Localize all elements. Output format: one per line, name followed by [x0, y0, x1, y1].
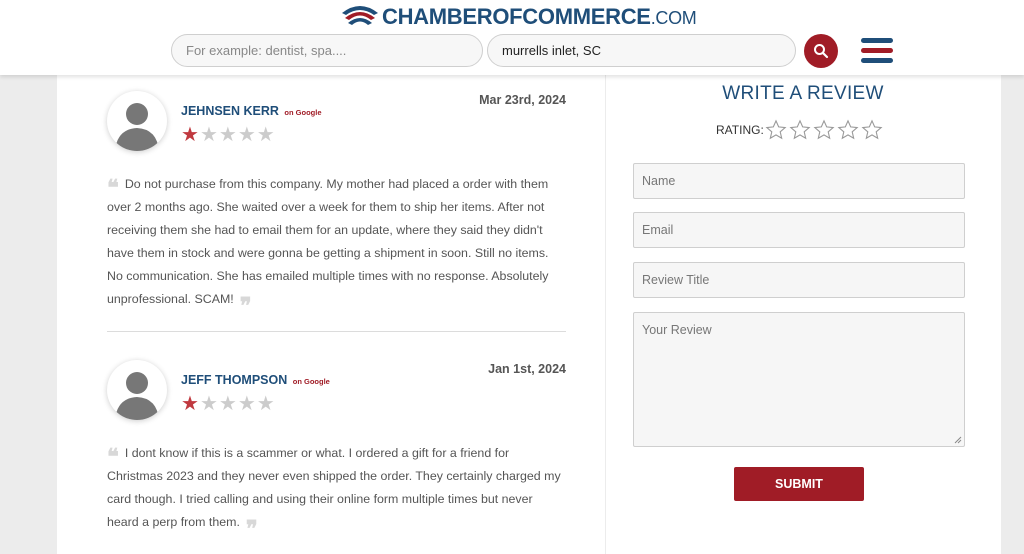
- user-silhouette-icon: [115, 103, 159, 151]
- star-filled-icon: ★: [181, 393, 199, 415]
- chamberofcommerce-logo[interactable]: CHAMBEROFCOMMERCE.COM: [340, 2, 697, 32]
- review-date: Mar 23rd, 2024: [479, 93, 566, 107]
- email-field[interactable]: Email: [633, 212, 965, 248]
- quote-close-icon: ❞: [245, 516, 258, 542]
- star-empty-icon: ★: [199, 124, 218, 146]
- submit-button[interactable]: SUBMIT: [734, 467, 864, 501]
- star-empty-icon: ★: [256, 124, 275, 146]
- site-header: CHAMBEROFCOMMERCE.COM For example: denti…: [0, 0, 1024, 75]
- star-outline-icon[interactable]: [789, 119, 811, 141]
- star-empty-icon: ★: [218, 393, 237, 415]
- review-textarea-placeholder: Your Review: [642, 323, 712, 337]
- resize-handle-icon[interactable]: [954, 436, 962, 444]
- reviewer-name[interactable]: JEHNSEN KERR on Google: [181, 104, 322, 118]
- star-empty-icon: ★: [199, 393, 218, 415]
- avatar: [107, 91, 167, 151]
- star-outline-icon[interactable]: [861, 119, 883, 141]
- column-divider: [605, 75, 606, 554]
- star-empty-icon: ★: [218, 124, 237, 146]
- star-outline-icon[interactable]: [765, 119, 787, 141]
- search-location-input[interactable]: murrells inlet, SC: [487, 34, 796, 67]
- star-empty-icon: ★: [237, 393, 256, 415]
- review-date: Jan 1st, 2024: [488, 362, 566, 376]
- review-source: on Google: [292, 377, 330, 386]
- review-item: JEFF THOMPSON on Google Jan 1st, 2024 ★ …: [107, 360, 566, 550]
- name-field[interactable]: Name: [633, 163, 965, 199]
- reviews-card: JEHNSEN KERR on Google Mar 23rd, 2024 ★ …: [57, 75, 1001, 554]
- search-icon: [814, 44, 829, 59]
- user-silhouette-icon: [115, 372, 159, 420]
- search-button[interactable]: [804, 34, 838, 68]
- review-source: on Google: [284, 108, 322, 117]
- star-rating: ★ ★ ★ ★ ★: [181, 125, 276, 145]
- review-text: ❝ Do not purchase from this company. My m…: [107, 175, 549, 319]
- hamburger-menu-icon[interactable]: [861, 38, 893, 64]
- quote-open-icon: ❝: [107, 175, 119, 201]
- avatar: [107, 360, 167, 420]
- star-empty-icon: ★: [256, 393, 275, 415]
- search-what-input[interactable]: For example: dentist, spa....: [171, 34, 483, 67]
- star-outline-icon[interactable]: [837, 119, 859, 141]
- review-textarea[interactable]: Your Review: [633, 312, 965, 447]
- rating-input: RATING:: [716, 119, 885, 141]
- review-title-field[interactable]: Review Title: [633, 262, 965, 298]
- quote-open-icon: ❝: [107, 444, 119, 470]
- review-text: ❝ I dont know if this is a scammer or wha…: [107, 444, 561, 542]
- logo-text: CHAMBEROFCOMMERCE.COM: [382, 4, 697, 29]
- write-review-title: WRITE A REVIEW: [722, 83, 884, 104]
- review-divider: [107, 331, 566, 332]
- star-filled-icon: ★: [181, 124, 199, 146]
- reviewer-name[interactable]: JEFF THOMPSON on Google: [181, 373, 330, 387]
- rating-label: RATING:: [716, 123, 764, 137]
- review-item: JEHNSEN KERR on Google Mar 23rd, 2024 ★ …: [107, 91, 566, 321]
- star-empty-icon: ★: [237, 124, 256, 146]
- quote-close-icon: ❞: [239, 293, 252, 319]
- star-rating: ★ ★ ★ ★ ★: [181, 394, 276, 414]
- star-outline-icon[interactable]: [813, 119, 835, 141]
- logo-swoosh-icon: [342, 6, 378, 25]
